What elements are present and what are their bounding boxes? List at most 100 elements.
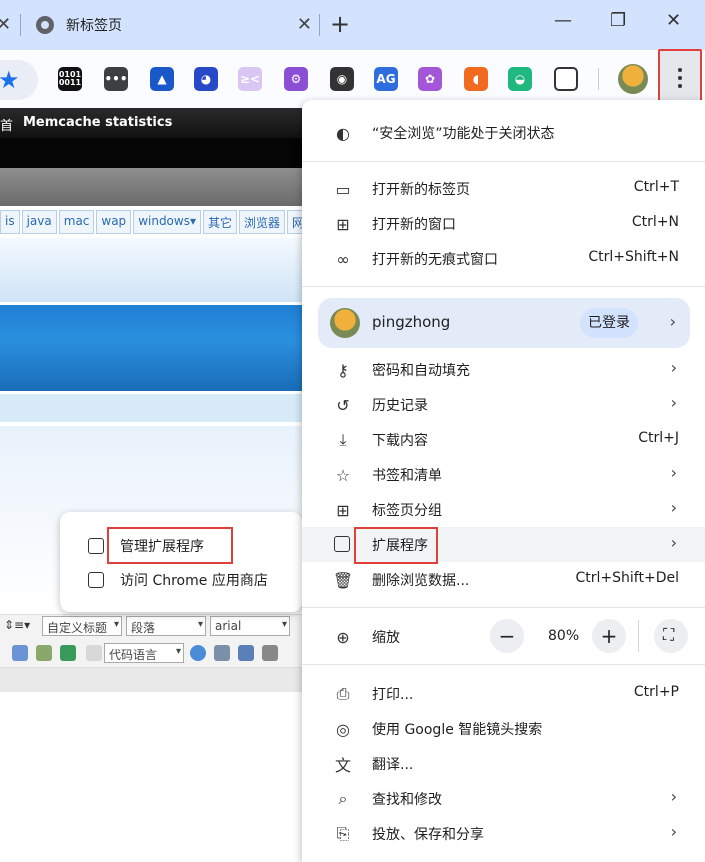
nav-item[interactable]: 其它 [203, 210, 238, 234]
menu-divider [302, 664, 705, 665]
code-language-select[interactable]: 代码语言 [104, 643, 184, 663]
bookmarks-item[interactable]: ☆ 书签和清单 › [302, 457, 705, 492]
memcache-link[interactable]: Memcache statistics [23, 115, 172, 130]
translate-item[interactable]: 文 翻译... [302, 746, 705, 781]
tab-groups-item[interactable]: ⊞ 标签页分组 › [302, 492, 705, 527]
paragraph-select[interactable]: 段落 [126, 616, 206, 636]
incognito-shortcut: Ctrl+Shift+N [588, 249, 679, 265]
printer-icon: ⎙ [336, 684, 350, 703]
zoom-out-button[interactable]: − [490, 619, 524, 653]
signed-in-badge: 已登录 [580, 308, 638, 338]
extensions-puzzle-icon[interactable] [554, 67, 578, 91]
window-close-icon[interactable]: ✕ [666, 10, 681, 31]
chevron-right-icon: › [670, 358, 677, 377]
store-icon [88, 572, 104, 588]
incognito-icon: ∞ [336, 249, 350, 269]
nav-item[interactable]: 浏览器 [239, 210, 286, 234]
nav-item[interactable]: is [0, 210, 20, 234]
planet-extension-icon[interactable]: ◒ [508, 67, 532, 91]
profile-avatar-icon [330, 308, 360, 338]
table-icon[interactable] [238, 645, 254, 661]
find-item[interactable]: ⌕ 查找和修改 › [302, 781, 705, 816]
new-tab-item[interactable]: ▭ 打开新的标签页 Ctrl+T [302, 171, 705, 206]
profile-avatar-icon[interactable] [618, 64, 648, 94]
nav-item[interactable]: wap [96, 210, 132, 234]
profile-name: pingzhong [372, 313, 451, 331]
trash-icon: 🗑 [332, 570, 354, 590]
brain-extension-icon[interactable]: ✿ [418, 67, 442, 91]
print-item[interactable]: ⎙ 打印... Ctrl+P [302, 676, 705, 711]
editor-toolbar-row: ⇕≡▾ 自定义标题 段落 arial [0, 614, 310, 638]
line-spacing-icon[interactable]: ⇕≡▾ [4, 618, 30, 632]
print-shortcut: Ctrl+P [633, 684, 679, 700]
incognito-label: 打开新的无痕式窗口 [372, 252, 498, 268]
chevron-right-icon: › [670, 787, 677, 806]
history-item[interactable]: ↺ 历史记录 › [302, 387, 705, 422]
chevron-right-icon: › [670, 533, 677, 552]
paste-icon[interactable] [262, 645, 278, 661]
attach-icon[interactable] [12, 645, 28, 661]
downloads-label: 下载内容 [372, 433, 428, 449]
tab-groups-label: 标签页分组 [372, 503, 442, 519]
font-select[interactable]: arial [210, 616, 290, 636]
fullscreen-icon: ⛶ [663, 625, 675, 644]
downloads-item[interactable]: ⤓ 下载内容 Ctrl+J [302, 422, 705, 457]
nav-item[interactable]: java [21, 210, 57, 234]
page-top-bar: 首 Memcache statistics [0, 108, 310, 138]
new-tab-icon[interactable]: + [330, 10, 350, 38]
new-window-item[interactable]: ⊞ 打开新的窗口 Ctrl+N [302, 206, 705, 241]
tab-new-tab[interactable]: 新标签页 ✕ [24, 8, 316, 42]
page-banner [0, 305, 310, 391]
binary-extension-icon[interactable]: 0101 0011 [58, 67, 82, 91]
chrome-menu-button[interactable] [658, 49, 702, 107]
media-icon[interactable] [60, 645, 76, 661]
prev-tab-close-icon[interactable]: ✕ [0, 14, 11, 35]
zoom-separator [638, 620, 639, 652]
ag-extension-icon[interactable]: AG [374, 67, 398, 91]
bookmark-star-icon[interactable]: ★ [0, 66, 20, 94]
heading-select[interactable]: 自定义标题 [42, 616, 122, 636]
face-extension-icon[interactable]: ≥< [238, 67, 262, 91]
nav-item[interactable]: mac [58, 210, 95, 234]
triangle-extension-icon[interactable]: ▲ [150, 67, 174, 91]
tab-title: 新标签页 [66, 18, 122, 34]
new-tab-shortcut: Ctrl+T [633, 179, 679, 195]
align-icon[interactable] [214, 645, 230, 661]
grid-icon: ⊞ [336, 500, 350, 520]
highlight-box [107, 527, 233, 564]
print-label: 打印... [372, 687, 414, 703]
key-icon: ⚷ [337, 360, 349, 380]
nav-item[interactable]: windows▾ [133, 210, 201, 234]
safe-browsing-item[interactable]: ◐ “安全浏览”功能处于关闭状态 [302, 115, 705, 150]
zoom-in-button[interactable]: + [592, 619, 626, 653]
menu-divider [302, 607, 705, 608]
page-band [0, 238, 310, 302]
chrome-web-store-item[interactable]: 访问 Chrome 应用商店 [60, 563, 302, 597]
chevron-right-icon: › [669, 312, 676, 331]
tab-close-icon[interactable]: ✕ [297, 14, 312, 35]
new-tab-icon: ▭ [335, 179, 351, 199]
cast-item[interactable]: ⎘ 投放、保存和分享 › [302, 816, 705, 851]
gear-extension-icon[interactable]: ⚙ [284, 67, 308, 91]
clear-data-item[interactable]: 🗑 删除浏览数据... Ctrl+Shift+Del [302, 562, 705, 597]
downloads-shortcut: Ctrl+J [638, 430, 679, 446]
robot-extension-icon[interactable]: ◕ [194, 67, 218, 91]
zoom-icon: ⊕ [336, 627, 350, 647]
incognito-item[interactable]: ∞ 打开新的无痕式窗口 Ctrl+Shift+N [302, 241, 705, 276]
camera-extension-icon[interactable]: ◉ [330, 67, 354, 91]
orange-extension-icon[interactable]: ◖ [464, 67, 488, 91]
emoji-icon[interactable] [190, 645, 206, 661]
dots-extension-icon[interactable]: ••• [104, 67, 128, 91]
history-icon: ↺ [336, 395, 350, 415]
topbar-left-text: 首 [0, 119, 14, 134]
restore-icon[interactable]: ❐ [610, 10, 626, 31]
file-icon[interactable] [86, 645, 102, 661]
profile-row[interactable]: pingzhong 已登录 › [318, 298, 690, 348]
lens-item[interactable]: ◎ 使用 Google 智能镜头搜索 [302, 711, 705, 746]
passwords-item[interactable]: ⚷ 密码和自动填充 › [302, 352, 705, 387]
image-icon[interactable] [36, 645, 52, 661]
bookmarks-label: 书签和清单 [372, 468, 442, 484]
new-window-shortcut: Ctrl+N [631, 214, 679, 230]
minimize-icon[interactable]: — [554, 10, 572, 31]
fullscreen-button[interactable]: ⛶ [654, 619, 688, 653]
